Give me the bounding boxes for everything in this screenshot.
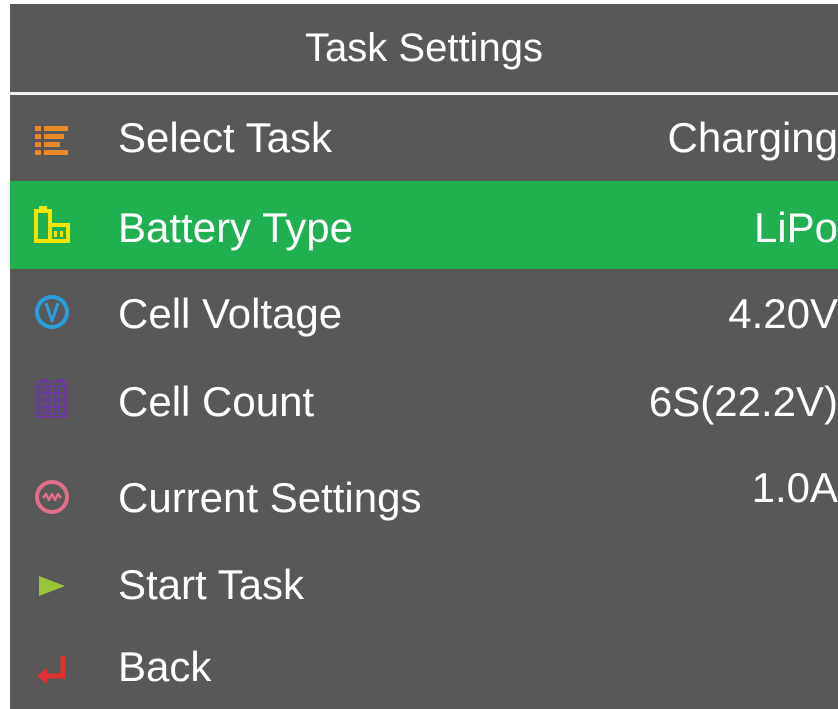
task-settings-screen: Task Settings Select Task Charging Batte…	[10, 4, 838, 709]
menu-item-current-settings[interactable]: Current Settings 1.0A	[10, 449, 838, 545]
cell-count-label: Cell Count	[118, 378, 315, 425]
page-title: Task Settings	[305, 25, 543, 70]
current-settings-label: Current Settings	[118, 474, 422, 521]
cell-voltage-value: 4.20V	[728, 290, 838, 337]
select-task-value: Charging	[667, 114, 838, 161]
cell-grid-icon	[34, 379, 70, 418]
battery-type-label: Battery Type	[118, 204, 354, 251]
menu-item-start-task[interactable]: Start Task	[10, 545, 838, 627]
voltage-icon	[34, 294, 70, 330]
select-task-label: Select Task	[118, 114, 332, 161]
menu-item-battery-type[interactable]: Battery Type LiPo	[10, 181, 838, 269]
battery-icon	[34, 206, 70, 243]
menu-item-cell-voltage[interactable]: Cell Voltage 4.20V	[10, 270, 838, 358]
cell-count-value: 6S(22.2V)	[648, 378, 838, 425]
battery-type-value: LiPo	[753, 204, 838, 251]
menu-item-back[interactable]: Back	[10, 627, 838, 709]
menu-item-cell-count[interactable]: Cell Count 6S(22.2V)	[10, 358, 838, 446]
play-icon	[34, 568, 70, 604]
cell-voltage-label: Cell Voltage	[118, 290, 343, 337]
return-arrow-icon	[34, 651, 70, 687]
back-label: Back	[118, 643, 212, 690]
current-wave-icon	[34, 479, 70, 515]
menu-item-select-task[interactable]: Select Task Charging	[10, 96, 838, 184]
header-divider	[10, 92, 838, 95]
current-settings-value: 1.0A	[751, 464, 838, 511]
list-icon	[34, 122, 70, 158]
start-task-label: Start Task	[118, 561, 304, 608]
